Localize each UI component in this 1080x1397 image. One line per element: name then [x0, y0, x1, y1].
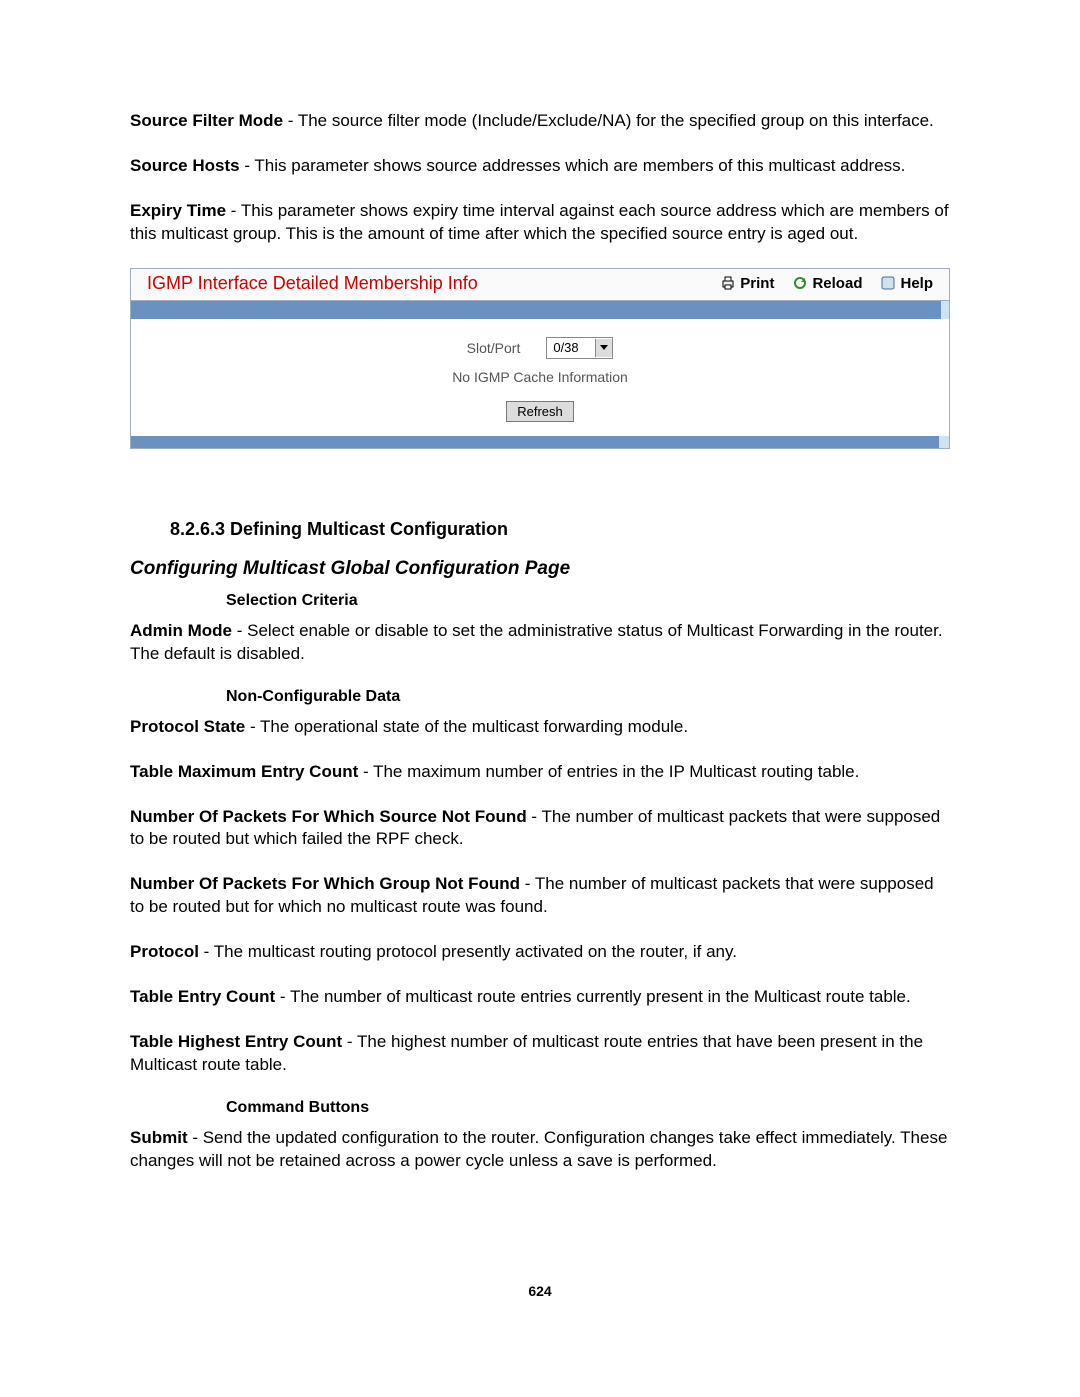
document-page: Source Filter Mode - The source filter m… [0, 0, 1080, 1359]
section-heading: 8.2.6.3 Defining Multicast Configuration [170, 519, 950, 540]
definition-text: - The number of multicast route entries … [275, 987, 911, 1006]
definition-label: Table Maximum Entry Count [130, 762, 358, 781]
definition-text: - The maximum number of entries in the I… [358, 762, 859, 781]
refresh-button[interactable]: Refresh [506, 401, 574, 422]
print-button[interactable]: Print [720, 275, 774, 292]
panel-title: IGMP Interface Detailed Membership Info [147, 273, 720, 294]
selection-criteria-heading: Selection Criteria [226, 592, 950, 610]
definition-label: Protocol State [130, 717, 245, 736]
section-subtitle: Configuring Multicast Global Configurati… [130, 558, 950, 580]
definition: Table Entry Count - The number of multic… [130, 986, 950, 1009]
definition-label: Source Hosts [130, 156, 240, 175]
reload-icon [792, 275, 808, 291]
definition-text: - The multicast routing protocol present… [199, 942, 737, 961]
panel-actions: Print Reload Help [720, 275, 933, 292]
definition-text: - Send the updated configuration to the … [130, 1128, 947, 1170]
definition-label: Table Entry Count [130, 987, 275, 1006]
reload-button[interactable]: Reload [792, 275, 862, 292]
definition: Table Maximum Entry Count - The maximum … [130, 761, 950, 784]
reload-label: Reload [812, 275, 862, 292]
definition-label: Source Filter Mode [130, 111, 283, 130]
slot-port-row: Slot/Port 0/38 [467, 337, 614, 359]
panel-button-row: Refresh [141, 401, 939, 422]
definition: Expiry Time - This parameter shows expir… [130, 200, 950, 246]
help-button[interactable]: Help [880, 275, 933, 292]
definition: Source Filter Mode - The source filter m… [130, 110, 950, 133]
definition: Protocol State - The operational state o… [130, 716, 950, 739]
chevron-down-icon [595, 339, 612, 357]
page-number: 624 [130, 1283, 950, 1299]
non-configurable-heading: Non-Configurable Data [226, 688, 950, 706]
definition: Number Of Packets For Which Group Not Fo… [130, 873, 950, 919]
slot-port-label: Slot/Port [467, 340, 521, 356]
command-buttons-heading: Command Buttons [226, 1099, 950, 1117]
definition-text: - This parameter shows source addresses … [240, 156, 906, 175]
panel-foot [131, 436, 949, 448]
definition: Number Of Packets For Which Source Not F… [130, 806, 950, 852]
print-icon [720, 275, 736, 291]
definition-label: Protocol [130, 942, 199, 961]
definition-label: Number Of Packets For Which Group Not Fo… [130, 874, 520, 893]
definition-label: Submit [130, 1128, 188, 1147]
definition-label: Admin Mode [130, 621, 232, 640]
definition-label: Number Of Packets For Which Source Not F… [130, 807, 527, 826]
definition: Submit - Send the updated configuration … [130, 1127, 950, 1173]
definition: Protocol - The multicast routing protoco… [130, 941, 950, 964]
panel-body: Slot/Port 0/38 No IGMP Cache Information… [131, 319, 949, 436]
print-label: Print [740, 275, 774, 292]
panel-titlebar: IGMP Interface Detailed Membership Info … [131, 269, 949, 301]
definition: Admin Mode - Select enable or disable to… [130, 620, 950, 666]
panel-blue-band [131, 301, 949, 319]
definition-text: - The operational state of the multicast… [245, 717, 688, 736]
definition-text: - This parameter shows expiry time inter… [130, 201, 949, 243]
help-label: Help [900, 275, 933, 292]
slot-port-value: 0/38 [547, 340, 595, 355]
definition: Table Highest Entry Count - The highest … [130, 1031, 950, 1077]
definition-label: Expiry Time [130, 201, 226, 220]
definition-text: - Select enable or disable to set the ad… [130, 621, 943, 663]
igmp-panel: IGMP Interface Detailed Membership Info … [130, 268, 950, 449]
definition-label: Table Highest Entry Count [130, 1032, 342, 1051]
cache-message: No IGMP Cache Information [141, 369, 939, 385]
definition-text: - The source filter mode (Include/Exclud… [283, 111, 934, 130]
definition: Source Hosts - This parameter shows sour… [130, 155, 950, 178]
slot-port-select[interactable]: 0/38 [546, 337, 613, 359]
help-icon [880, 275, 896, 291]
